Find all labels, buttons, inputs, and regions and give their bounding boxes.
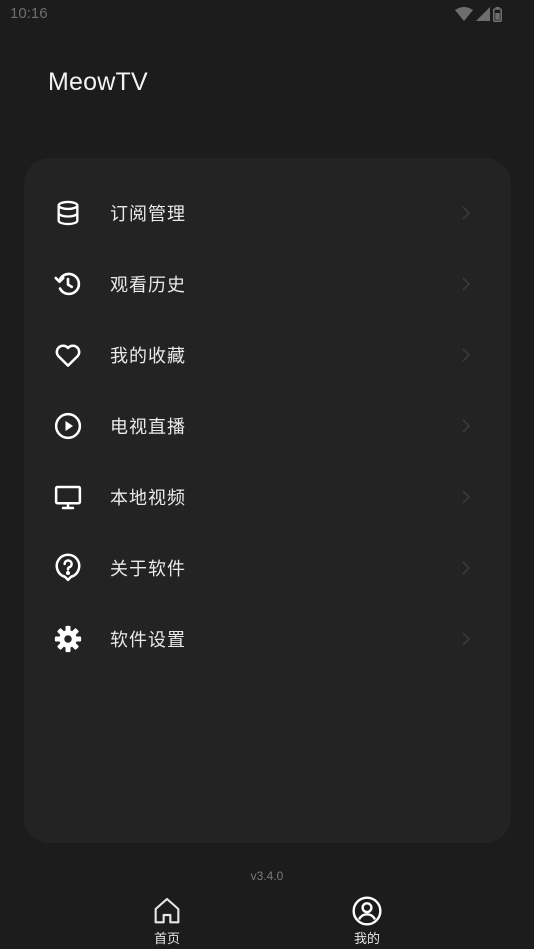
bottom-nav: 首页 我的 (0, 892, 534, 949)
menu-item-about[interactable]: 关于软件 (24, 532, 511, 603)
menu-item-favorites[interactable]: 我的收藏 (24, 319, 511, 390)
menu-item-label: 订阅管理 (110, 203, 186, 225)
battery-icon (493, 6, 502, 22)
menu-item-label: 我的收藏 (110, 345, 186, 367)
app-title: MeowTV (48, 68, 148, 96)
nav-label-home: 首页 (153, 932, 180, 947)
menu-item-settings[interactable]: 软件设置 (24, 603, 511, 674)
status-bar: 10:16 (0, 0, 534, 30)
chevron-right-icon (459, 345, 473, 365)
nav-item-home[interactable]: 首页 (127, 895, 207, 947)
menu-item-label: 电视直播 (110, 416, 186, 438)
chevron-right-icon (459, 487, 473, 507)
user-circle-icon (351, 895, 383, 927)
wifi-icon (455, 7, 473, 21)
menu-item-label: 关于软件 (110, 558, 186, 580)
heart-icon (53, 340, 83, 370)
menu-item-live-tv[interactable]: 电视直播 (24, 390, 511, 461)
menu-card: 订阅管理 观看历史 我的收藏 电视直播 本地视频 关于软件 软件设置 (24, 158, 511, 843)
menu-item-label: 软件设置 (110, 629, 186, 651)
chevron-right-icon (459, 629, 473, 649)
menu-item-label: 观看历史 (110, 274, 186, 296)
monitor-icon (53, 482, 83, 512)
signal-icon (476, 7, 490, 21)
menu-list: 订阅管理 观看历史 我的收藏 电视直播 本地视频 关于软件 软件设置 (24, 177, 511, 674)
play-circle-icon (53, 411, 83, 441)
chevron-right-icon (459, 274, 473, 294)
menu-item-local-video[interactable]: 本地视频 (24, 461, 511, 532)
history-icon (53, 269, 83, 299)
chevron-right-icon (459, 416, 473, 436)
help-icon (53, 552, 83, 583)
database-icon (53, 198, 83, 228)
chevron-right-icon (459, 203, 473, 223)
menu-item-history[interactable]: 观看历史 (24, 248, 511, 319)
home-icon (151, 895, 183, 927)
chevron-right-icon (459, 558, 473, 578)
app-screen: 10:16 MeowTV 订阅管理 观看历史 我的收藏 电视直播 本地视频 关于… (0, 0, 534, 949)
status-icons (455, 6, 502, 22)
gear-icon (53, 624, 83, 654)
version-label: v3.4.0 (250, 869, 284, 883)
menu-item-label: 本地视频 (110, 487, 186, 509)
nav-item-mine[interactable]: 我的 (327, 895, 407, 947)
status-time: 10:16 (10, 5, 48, 22)
nav-label-mine: 我的 (353, 932, 380, 947)
menu-item-subscriptions[interactable]: 订阅管理 (24, 177, 511, 248)
